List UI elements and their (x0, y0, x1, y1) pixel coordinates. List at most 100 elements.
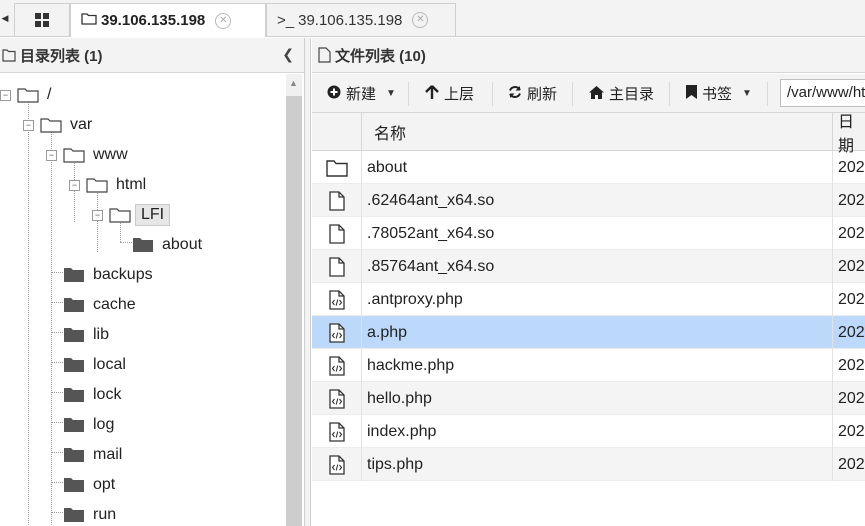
file-row[interactable]: .62464ant_x64.so 2024 (312, 184, 865, 217)
file-row[interactable]: a.php 2024 (312, 316, 865, 349)
file-row[interactable]: hackme.php 2024 (312, 349, 865, 382)
file-panel: 文件列表 (10) 新建 ▼ 上层 刷新 主目录 书签 ▼ /var/www/h… (312, 38, 865, 526)
scrollbar-thumb[interactable] (286, 96, 302, 526)
file-date: 2024 (832, 382, 865, 415)
arrow-up-icon (425, 84, 439, 103)
chevron-left-icon[interactable]: ❮ (282, 46, 294, 63)
directory-panel-header: 目录列表 (1) ❮ (0, 38, 304, 73)
tree-node-www[interactable]: − www (46, 142, 128, 168)
file-name: index.php (367, 422, 437, 440)
file-row[interactable]: index.php 2024 (312, 415, 865, 448)
folder-icon (64, 448, 84, 462)
collapse-toggle-icon[interactable]: − (46, 149, 57, 161)
collapse-toggle-icon[interactable]: − (23, 119, 34, 131)
tree-node-label: lib (93, 326, 110, 343)
tab-home[interactable] (14, 3, 70, 36)
folder-open-icon (86, 178, 108, 193)
tab-bar: ◀ 39.106.135.198 ✕ >_ 39.106.135.198 ✕ (0, 0, 865, 37)
code-file-icon (312, 349, 362, 382)
tree-node-label: backups (93, 266, 153, 283)
folder-icon (64, 328, 84, 342)
tree-node-label: cache (93, 296, 136, 313)
file-panel-title: 文件列表 (10) (335, 47, 426, 65)
home-icon (589, 85, 604, 102)
home-button[interactable]: 主目录 (589, 74, 654, 113)
file-panel-header: 文件列表 (10) (312, 38, 865, 73)
bookmark-button[interactable]: 书签 ▼ (686, 74, 752, 113)
code-file-icon (312, 382, 362, 415)
scroll-up-icon[interactable]: ▲ (289, 78, 298, 88)
tab-scroll-left-icon[interactable]: ◀ (0, 0, 10, 37)
tree-node-log[interactable]: log (63, 412, 114, 438)
close-icon[interactable]: ✕ (215, 12, 232, 29)
directory-panel: 目录列表 (1) ❮ − / − var − www − html − LFI … (0, 38, 305, 526)
tree-node-label: var (70, 116, 93, 133)
folder-icon (64, 388, 84, 402)
file-name: a.php (367, 323, 408, 341)
file-date: 2024 (832, 316, 865, 349)
code-file-icon (312, 448, 362, 481)
file-date: 2024 (832, 184, 865, 217)
file-row[interactable]: about 2024 (312, 151, 865, 184)
file-icon (318, 47, 331, 63)
tree-node-mail[interactable]: mail (63, 442, 122, 468)
tree-node-backups[interactable]: backups (63, 262, 153, 288)
tree-node-lib[interactable]: lib (63, 322, 109, 348)
tree-node-cache[interactable]: cache (63, 292, 136, 318)
close-icon[interactable]: ✕ (412, 12, 429, 28)
collapse-toggle-icon[interactable]: − (0, 89, 11, 101)
tree-node-lock[interactable]: lock (63, 382, 121, 408)
panel-splitter[interactable] (305, 38, 311, 526)
bookmark-icon (686, 85, 697, 102)
file-row[interactable]: hello.php 2024 (312, 382, 865, 415)
folder-icon (64, 268, 84, 282)
tab-file-manager[interactable]: 39.106.135.198 ✕ (70, 3, 266, 37)
tree-node-about[interactable]: about (132, 232, 202, 258)
column-header-date[interactable]: 日期 (832, 113, 865, 155)
tree-node-var[interactable]: − var (23, 112, 92, 138)
tree-node-run[interactable]: run (63, 502, 116, 526)
file-row[interactable]: .85764ant_x64.so 2024 (312, 250, 865, 283)
plus-circle-icon (327, 85, 341, 102)
code-file-icon (312, 415, 362, 448)
tree-node-label: about (162, 236, 203, 253)
file-grid: 名称 日期 about2024.62464ant_x64.so2024.7805… (312, 113, 865, 526)
file-row[interactable]: .antproxy.php 2024 (312, 283, 865, 316)
file-name: .antproxy.php (367, 290, 463, 308)
directory-panel-title: 目录列表 (1) (20, 47, 103, 65)
tree-scrollbar[interactable]: ▲ (286, 74, 302, 526)
file-name: .85764ant_x64.so (367, 257, 495, 275)
tree-node-label: mail (93, 446, 123, 463)
file-name: hackme.php (367, 356, 455, 374)
file-row[interactable]: tips.php 2024 (312, 448, 865, 481)
file-name: about (367, 158, 408, 176)
folder-icon (2, 49, 16, 62)
refresh-button[interactable]: 刷新 (508, 74, 557, 113)
tree-node-label: / (47, 86, 52, 103)
collapse-toggle-icon[interactable]: − (69, 179, 80, 191)
grid-icon (35, 13, 49, 27)
tree-node-opt[interactable]: opt (63, 472, 115, 498)
folder-open-icon (63, 148, 85, 163)
file-date: 2024 (832, 415, 865, 448)
tree-node-label: local (93, 356, 126, 373)
up-button[interactable]: 上层 (425, 74, 474, 113)
file-name: hello.php (367, 389, 432, 407)
folder-icon (64, 508, 84, 522)
collapse-toggle-icon[interactable]: − (92, 209, 103, 221)
new-button[interactable]: 新建 ▼ (327, 74, 396, 113)
file-date: 2024 (832, 349, 865, 382)
path-input[interactable]: /var/www/html/LFI/ (780, 79, 865, 107)
tree-node-html[interactable]: − html (69, 172, 146, 198)
tree-node-lfi[interactable]: − LFI (92, 202, 171, 228)
file-date: 2024 (832, 217, 865, 250)
tree-node-local[interactable]: local (63, 352, 126, 378)
column-header-name[interactable]: 名称 (374, 113, 406, 151)
tab-label: 39.106.135.198 (298, 11, 403, 29)
file-row[interactable]: .78052ant_x64.so 2024 (312, 217, 865, 250)
file-name: tips.php (367, 455, 424, 473)
tab-terminal[interactable]: >_ 39.106.135.198 ✕ (266, 3, 456, 36)
caret-down-icon: ▼ (742, 88, 752, 99)
tree-node-root[interactable]: − / (0, 82, 51, 108)
folder-icon (64, 358, 84, 372)
